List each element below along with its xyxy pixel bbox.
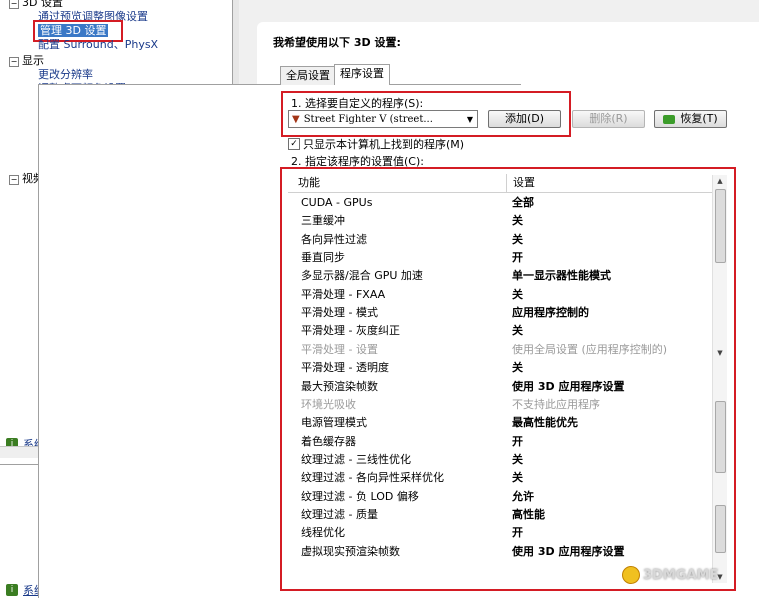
restore-button[interactable]: 恢复(T) xyxy=(654,110,727,128)
tree-collapse-icon[interactable]: − xyxy=(9,0,19,9)
highlight-box-program xyxy=(281,91,571,137)
tree-item[interactable]: 配置 Surround、PhysX xyxy=(38,38,158,52)
tree-collapse-icon[interactable]: − xyxy=(9,175,19,185)
tree-root-label: 3D 设置 xyxy=(22,0,63,9)
tab-global-settings[interactable]: 全局设置 xyxy=(280,66,336,85)
tree-root-3d-settings[interactable]: − 3D 设置 xyxy=(9,0,63,10)
page-title: 我希望使用以下 3D 设置: xyxy=(273,36,401,49)
delete-program-button[interactable]: 删除(R) xyxy=(572,110,645,128)
tab-program-settings[interactable]: 程序设置 xyxy=(334,64,390,85)
tree-item-label: 显示 xyxy=(22,54,44,67)
show-only-found-checkbox[interactable]: ✓ 只显示本计算机上找到的程序(M) xyxy=(288,136,464,152)
restore-icon xyxy=(663,114,676,124)
restore-label: 恢复(T) xyxy=(680,112,718,125)
watermark-text: 3DMGAME xyxy=(643,567,719,583)
checkbox-checked-icon[interactable]: ✓ xyxy=(288,138,300,150)
tree-item[interactable]: 更改分辨率 xyxy=(38,68,93,82)
tree-item[interactable]: − 显示 xyxy=(9,54,44,68)
nvidia-info-icon: i xyxy=(6,584,18,596)
highlight-box-settings xyxy=(280,167,736,591)
tree-collapse-icon[interactable]: − xyxy=(9,57,19,67)
watermark-logo-icon xyxy=(622,566,640,584)
show-only-label: 只显示本计算机上找到的程序(M) xyxy=(303,138,465,151)
tree-item-label: 更改分辨率 xyxy=(38,68,93,81)
tree-item-label: 配置 Surround、PhysX xyxy=(38,38,159,51)
watermark: 3DMGAME xyxy=(622,566,718,584)
